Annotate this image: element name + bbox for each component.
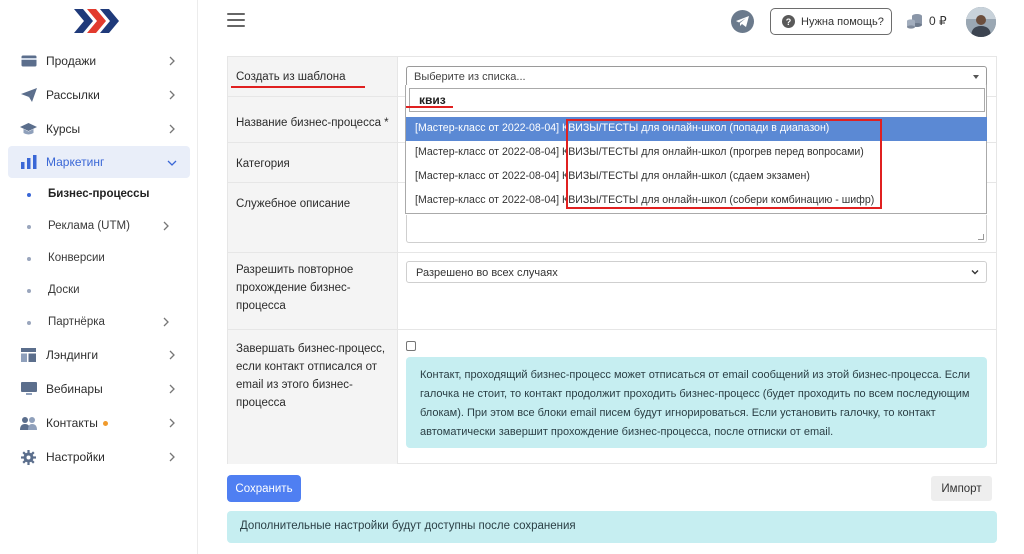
category-label: Категория [228, 143, 398, 182]
chevron-right-icon [163, 317, 169, 327]
sidebar-item-label: Вебинары [46, 382, 103, 396]
chevron-right-icon [169, 90, 175, 100]
sidebar-subitem-label: Доски [48, 284, 80, 296]
description-label: Служебное описание [228, 183, 398, 252]
sidebar-item-label: Маркетинг [46, 155, 105, 169]
unsubscribe-info: Контакт, проходящий бизнес-процесс может… [406, 357, 987, 448]
gear-icon [20, 449, 37, 466]
chevron-down-icon [167, 160, 177, 166]
chevron-right-icon [169, 350, 175, 360]
chevron-down-icon [971, 270, 979, 275]
users-icon [20, 415, 37, 432]
sidebar-subitem-ads-utm[interactable]: Реклама (UTM) [0, 210, 198, 242]
sidebar-subitem-label: Бизнес-процессы [48, 188, 150, 200]
notification-badge [102, 420, 108, 426]
balance-value: 0 ₽ [929, 14, 947, 28]
unsubscribe-checkbox[interactable] [406, 341, 416, 351]
sidebar-nav: Продажи Рассылки Курсы Маркетинг Бизнес-… [0, 44, 198, 474]
chevron-right-icon [163, 221, 169, 231]
sidebar-item-landings[interactable]: Лэндинги [0, 338, 198, 372]
import-button[interactable]: Импорт [931, 476, 992, 501]
template-dropdown: квиз [Мастер-класс от 2022-08-04] КВИЗЫ/… [405, 85, 987, 214]
settings-notice: Дополнительные настройки будут доступны … [227, 511, 997, 543]
sidebar-item-sales[interactable]: Продажи [0, 44, 198, 78]
unsubscribe-label: Завершать бизнес-процесс, если контакт о… [228, 330, 398, 464]
sidebar-item-label: Настройки [46, 450, 105, 464]
dropdown-option[interactable]: [Мастер-класс от 2022-08-04] КВИЗЫ/ТЕСТЫ… [406, 165, 987, 189]
chevron-right-icon [169, 418, 175, 428]
sidebar-item-mailings[interactable]: Рассылки [0, 78, 198, 112]
graduation-cap-icon [20, 121, 37, 138]
dropdown-option[interactable]: [Мастер-класс от 2022-08-04] КВИЗЫ/ТЕСТЫ… [406, 189, 987, 213]
chart-icon [20, 154, 37, 171]
sidebar-item-courses[interactable]: Курсы [0, 112, 198, 146]
chevron-right-icon [169, 124, 175, 134]
sidebar: Продажи Рассылки Курсы Маркетинг Бизнес-… [0, 0, 198, 554]
sidebar-subitem-business-processes[interactable]: Бизнес-процессы [0, 178, 198, 210]
repeat-label: Разрешить повторное прохождение бизнес-п… [228, 253, 398, 329]
logo-icon[interactable] [74, 6, 120, 36]
chevron-right-icon [169, 452, 175, 462]
sidebar-item-label: Контакты [46, 416, 98, 430]
sidebar-subitem-label: Конверсии [48, 252, 105, 264]
chevron-right-icon [169, 384, 175, 394]
sidebar-item-webinars[interactable]: Вебинары [0, 372, 198, 406]
chevron-right-icon [169, 56, 175, 66]
card-icon [20, 53, 37, 70]
form-row-repeat: Разрешить повторное прохождение бизнес-п… [228, 253, 996, 330]
dropdown-option[interactable]: [Мастер-класс от 2022-08-04] КВИЗЫ/ТЕСТЫ… [406, 117, 987, 141]
description-textarea[interactable] [406, 215, 987, 243]
question-icon: ? [782, 15, 795, 28]
layout-icon [20, 347, 37, 364]
sidebar-item-label: Лэндинги [46, 348, 99, 362]
coins-icon [907, 14, 922, 29]
repeat-select[interactable]: Разрешено во всех случаях [406, 261, 987, 283]
name-label: Название бизнес-процесса * [228, 97, 398, 142]
sidebar-item-settings[interactable]: Настройки [0, 440, 198, 474]
form-row-unsubscribe: Завершать бизнес-процесс, если контакт о… [228, 330, 996, 464]
sidebar-subitem-boards[interactable]: Доски [0, 274, 198, 306]
caret-up-icon [973, 75, 979, 79]
monitor-icon [20, 381, 37, 398]
balance[interactable]: 0 ₽ [906, 12, 947, 30]
sidebar-subitem-label: Партнёрка [48, 316, 105, 328]
dropdown-search-input[interactable]: квиз [409, 88, 985, 112]
paper-plane-icon [20, 87, 37, 104]
sidebar-item-marketing[interactable]: Маркетинг [8, 146, 190, 178]
dropdown-option[interactable]: [Мастер-класс от 2022-08-04] КВИЗЫ/ТЕСТЫ… [406, 141, 987, 165]
avatar[interactable] [966, 7, 996, 37]
help-button[interactable]: ? Нужна помощь? [770, 8, 892, 35]
telegram-icon[interactable] [731, 10, 754, 33]
save-button[interactable]: Сохранить [227, 475, 301, 502]
sidebar-item-label: Курсы [46, 122, 81, 136]
sidebar-item-contacts[interactable]: Контакты [0, 406, 198, 440]
annotation-underline [406, 106, 453, 108]
sidebar-subitem-conversions[interactable]: Конверсии [0, 242, 198, 274]
resize-handle[interactable] [978, 234, 984, 240]
sidebar-subitem-label: Реклама (UTM) [48, 220, 130, 232]
menu-icon[interactable] [227, 13, 245, 29]
template-select[interactable]: Выберите из списка... [406, 66, 987, 87]
sidebar-item-label: Рассылки [46, 88, 100, 102]
sidebar-subitem-partner[interactable]: Партнёрка [0, 306, 198, 338]
help-button-label: Нужна помощь? [801, 15, 884, 28]
sidebar-item-label: Продажи [46, 54, 97, 68]
template-label: Создать из шаблона [228, 57, 398, 96]
annotation-underline [231, 86, 365, 88]
